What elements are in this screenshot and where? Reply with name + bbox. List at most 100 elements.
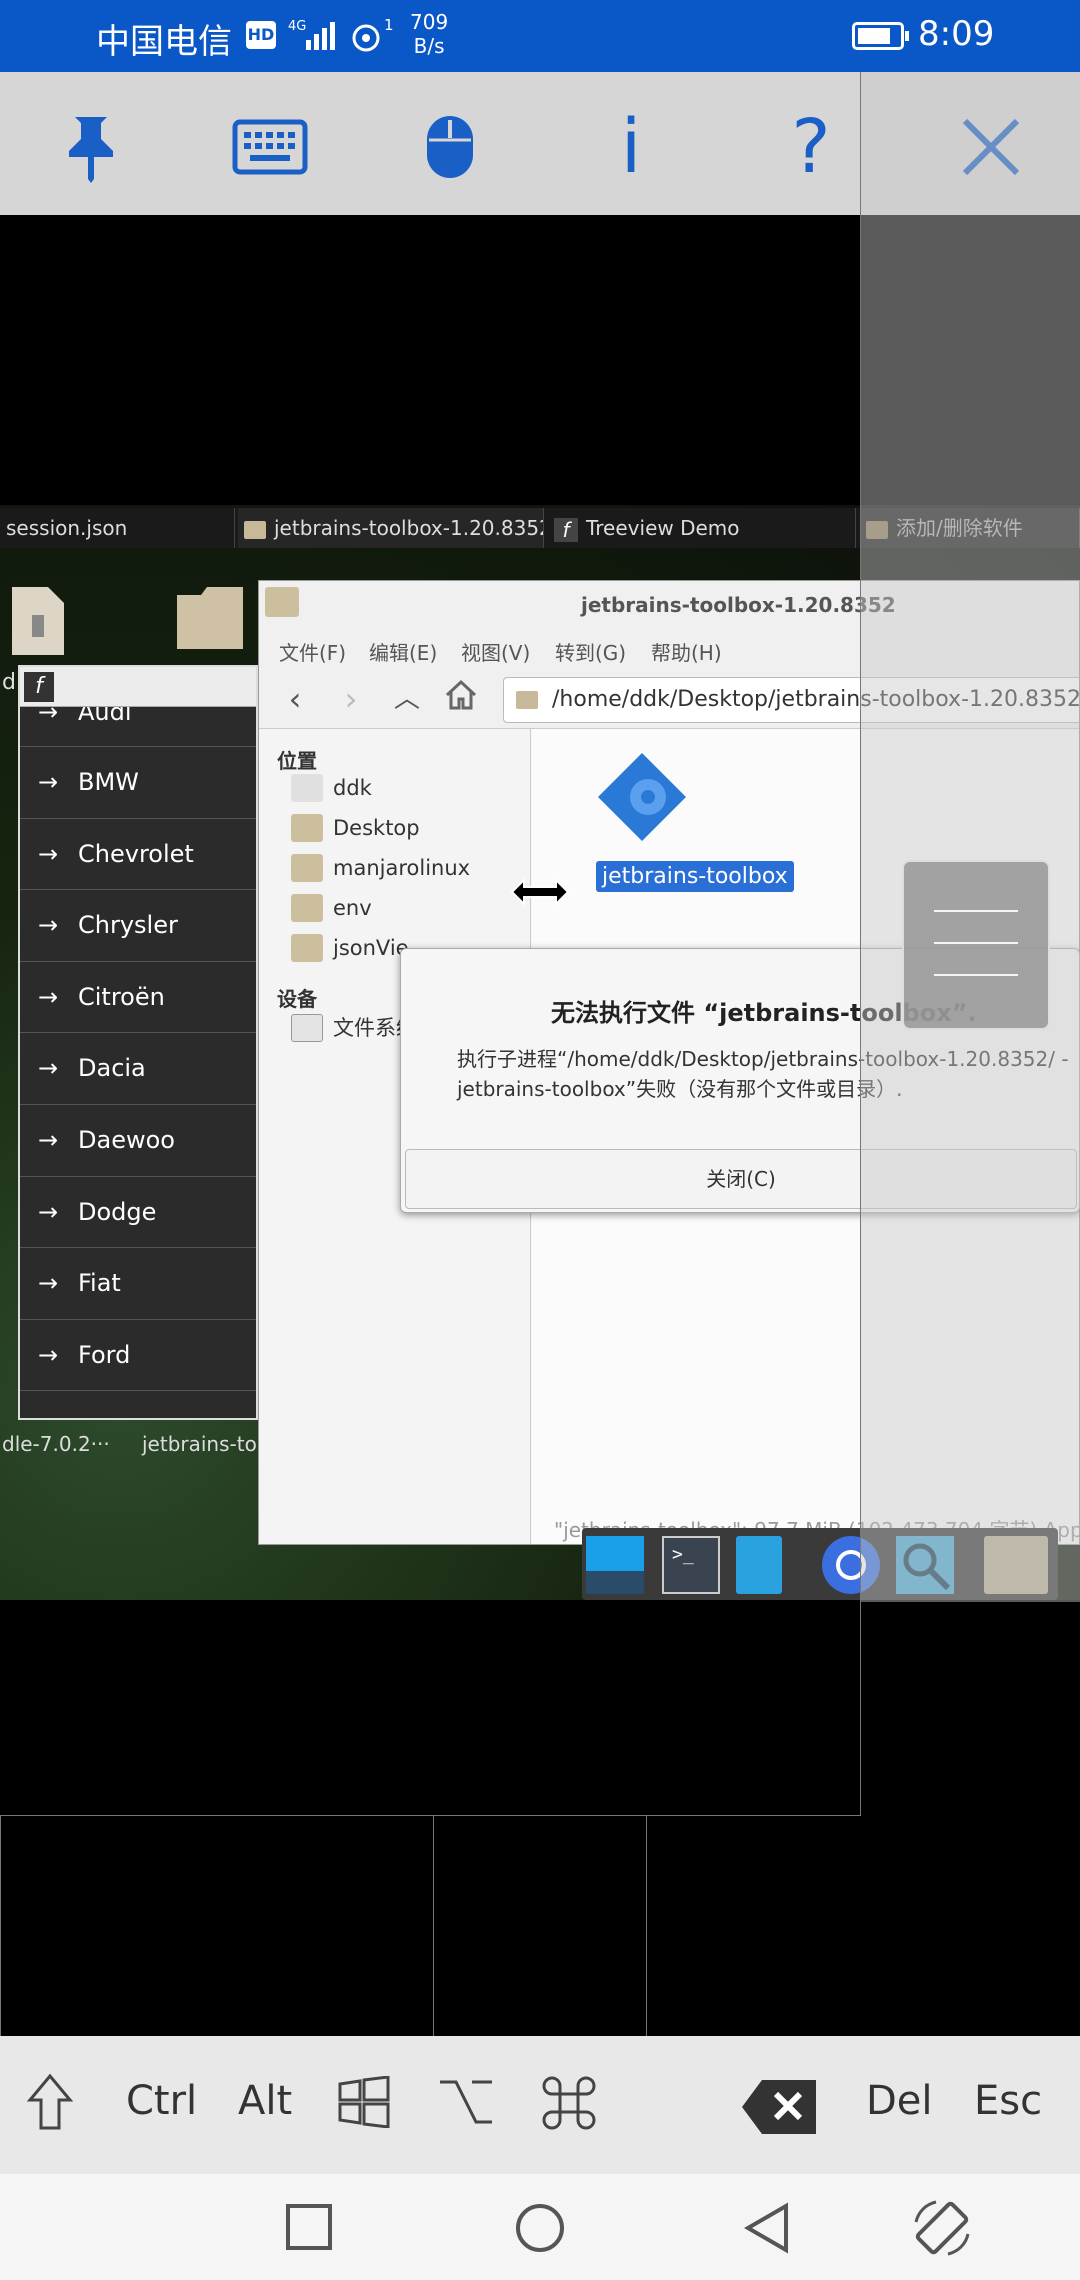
esc-key[interactable]: Esc (974, 2078, 1042, 2124)
backspace-icon[interactable] (740, 2078, 818, 2146)
list-item[interactable]: → Dodge (20, 1177, 256, 1249)
folder-icon (291, 814, 323, 842)
list-item[interactable]: → Ford (20, 1320, 256, 1392)
home-icon (291, 774, 323, 802)
battery-icon (852, 22, 909, 50)
carrier-name: 中国电信 (96, 22, 232, 62)
menu-edit[interactable]: 编辑(E) (369, 637, 437, 666)
sidebar-item-ddk[interactable]: ddk (291, 771, 372, 805)
info-button[interactable]: i (586, 102, 676, 192)
list-item[interactable]: → Citroën (20, 962, 256, 1034)
home-circle-icon[interactable] (514, 2202, 566, 2258)
svg-text:1: 1 (384, 16, 394, 34)
list-item[interactable]: → Chevrolet (20, 819, 256, 891)
keyboard-icon[interactable] (225, 102, 315, 192)
status-bar: 中国电信 HD 4G 1 709 B/s 8:09 (0, 0, 1080, 72)
jetbrains-toolbox-icon (598, 753, 686, 841)
sidebar-item-jsonview[interactable]: jsonVie (291, 931, 409, 965)
signal-icon: 4G 1 (288, 16, 394, 52)
viewport-overlay (861, 72, 1080, 1602)
mouse-icon[interactable] (405, 102, 495, 192)
arrow-right-icon: → (38, 1054, 59, 1083)
help-button[interactable]: ? (766, 102, 856, 192)
list-item[interactable]: → Audi (20, 707, 256, 747)
arrow-right-icon: → (38, 1340, 59, 1369)
task-session-json[interactable]: session.json (0, 508, 235, 548)
desktop-icon[interactable] (586, 1536, 644, 1594)
desktop-label-partial: d (2, 670, 16, 695)
svg-text:4G: 4G (288, 19, 306, 34)
list-item[interactable]: → Chrysler (20, 890, 256, 962)
back-icon[interactable]: ‹ (273, 679, 317, 719)
ctrl-key[interactable]: Ctrl (126, 2078, 197, 2124)
devices-header: 设备 (277, 987, 317, 1011)
back-triangle-icon[interactable] (742, 2202, 794, 2258)
del-key[interactable]: Del (866, 2078, 933, 2124)
file-name-label: jetbrains-toolbox (596, 861, 794, 892)
task-treeview-demo[interactable]: f Treeview Demo (548, 508, 856, 548)
viewport-bottom-border (0, 1815, 860, 1816)
floating-menu-button[interactable] (902, 860, 1050, 1030)
pin-icon[interactable] (46, 102, 136, 192)
shift-icon[interactable] (26, 2072, 74, 2142)
terminal-icon[interactable]: >_ (662, 1536, 720, 1594)
screen: 中国电信 HD 4G 1 709 B/s 8:09 i ? d dle-7.0.… (0, 0, 1080, 2280)
desktop-label-gradle[interactable]: dle-7.0.2··· (2, 1432, 110, 1456)
menu-line (934, 974, 1018, 976)
file-cabinet-icon[interactable] (736, 1536, 782, 1594)
folder-icon (265, 587, 299, 617)
arrow-right-icon: → (38, 768, 59, 796)
folder-icon (291, 894, 323, 922)
menu-view[interactable]: 视图(V) (461, 637, 530, 666)
folder-icon (291, 854, 323, 882)
forward-icon[interactable]: › (329, 679, 373, 719)
folder-icon (516, 691, 538, 709)
sidebar-item-manjarolinux[interactable]: manjarolinux (291, 851, 470, 885)
windows-key-icon[interactable] (336, 2075, 392, 2138)
resize-cursor-icon (510, 874, 570, 917)
rotate-icon[interactable] (910, 2196, 974, 2264)
treeview-demo-window[interactable]: f → Audi → BMW → Chevrolet → Chrysler → Citro… (18, 665, 258, 1420)
menu-file[interactable]: 文件(F) (279, 637, 346, 666)
app-f-icon: f (24, 672, 54, 702)
car-list[interactable]: → Audi → BMW → Chevrolet → Chrysler → Citroën… (20, 707, 256, 1392)
arrow-right-icon: → (38, 911, 59, 940)
desktop-label-jetbrains[interactable]: jetbrains-to (142, 1432, 257, 1456)
list-item[interactable]: → Daewoo (20, 1105, 256, 1177)
treeview-titlebar[interactable]: f (20, 667, 256, 707)
extra-keys-bar: Ctrl Alt Del Esc (0, 2036, 1080, 2174)
window-title: jetbrains-toolbox-1.20.8352 (581, 593, 896, 617)
clock: 8:09 (918, 14, 995, 54)
divider (0, 1816, 1, 2036)
viewport-border (860, 72, 861, 1816)
network-speed: 709 B/s (410, 10, 449, 58)
home-icon[interactable] (439, 679, 483, 719)
sidebar-item-filesystem[interactable]: 文件系统 (291, 1011, 417, 1045)
list-item[interactable]: → BMW (20, 747, 256, 819)
jetbrains-toolbox-file[interactable]: jetbrains-toolbox (582, 751, 794, 892)
menu-help[interactable]: 帮助(H) (651, 637, 722, 666)
divider (646, 1816, 647, 2036)
file-icon[interactable] (10, 585, 66, 661)
arrow-right-icon: → (38, 839, 59, 868)
sidebar-item-desktop[interactable]: Desktop (291, 811, 420, 845)
folder-icon[interactable] (175, 585, 245, 655)
list-item[interactable]: → Fiat (20, 1248, 256, 1320)
command-key-icon[interactable] (540, 2074, 598, 2142)
alt-key[interactable]: Alt (238, 2078, 292, 2124)
up-icon[interactable]: ︿ (385, 679, 429, 719)
dialog-message-line-2: jetbrains-toolbox”失败（没有那个文件或目录）. (457, 1077, 903, 1101)
task-jetbrains-folder[interactable]: jetbrains-toolbox-1.20.8352 (238, 508, 544, 548)
folder-icon (244, 520, 266, 539)
places-header: 位置 (277, 749, 317, 773)
folder-icon (291, 934, 323, 962)
recents-icon[interactable] (284, 2202, 334, 2256)
list-item[interactable]: → Dacia (20, 1033, 256, 1105)
option-key-icon[interactable] (438, 2076, 494, 2138)
menu-go[interactable]: 转到(G) (555, 637, 626, 666)
menu-line (934, 942, 1018, 944)
arrow-right-icon: → (38, 1197, 59, 1226)
sidebar-item-env[interactable]: env (291, 891, 372, 925)
menu-line (934, 910, 1018, 912)
divider (433, 1816, 434, 2036)
